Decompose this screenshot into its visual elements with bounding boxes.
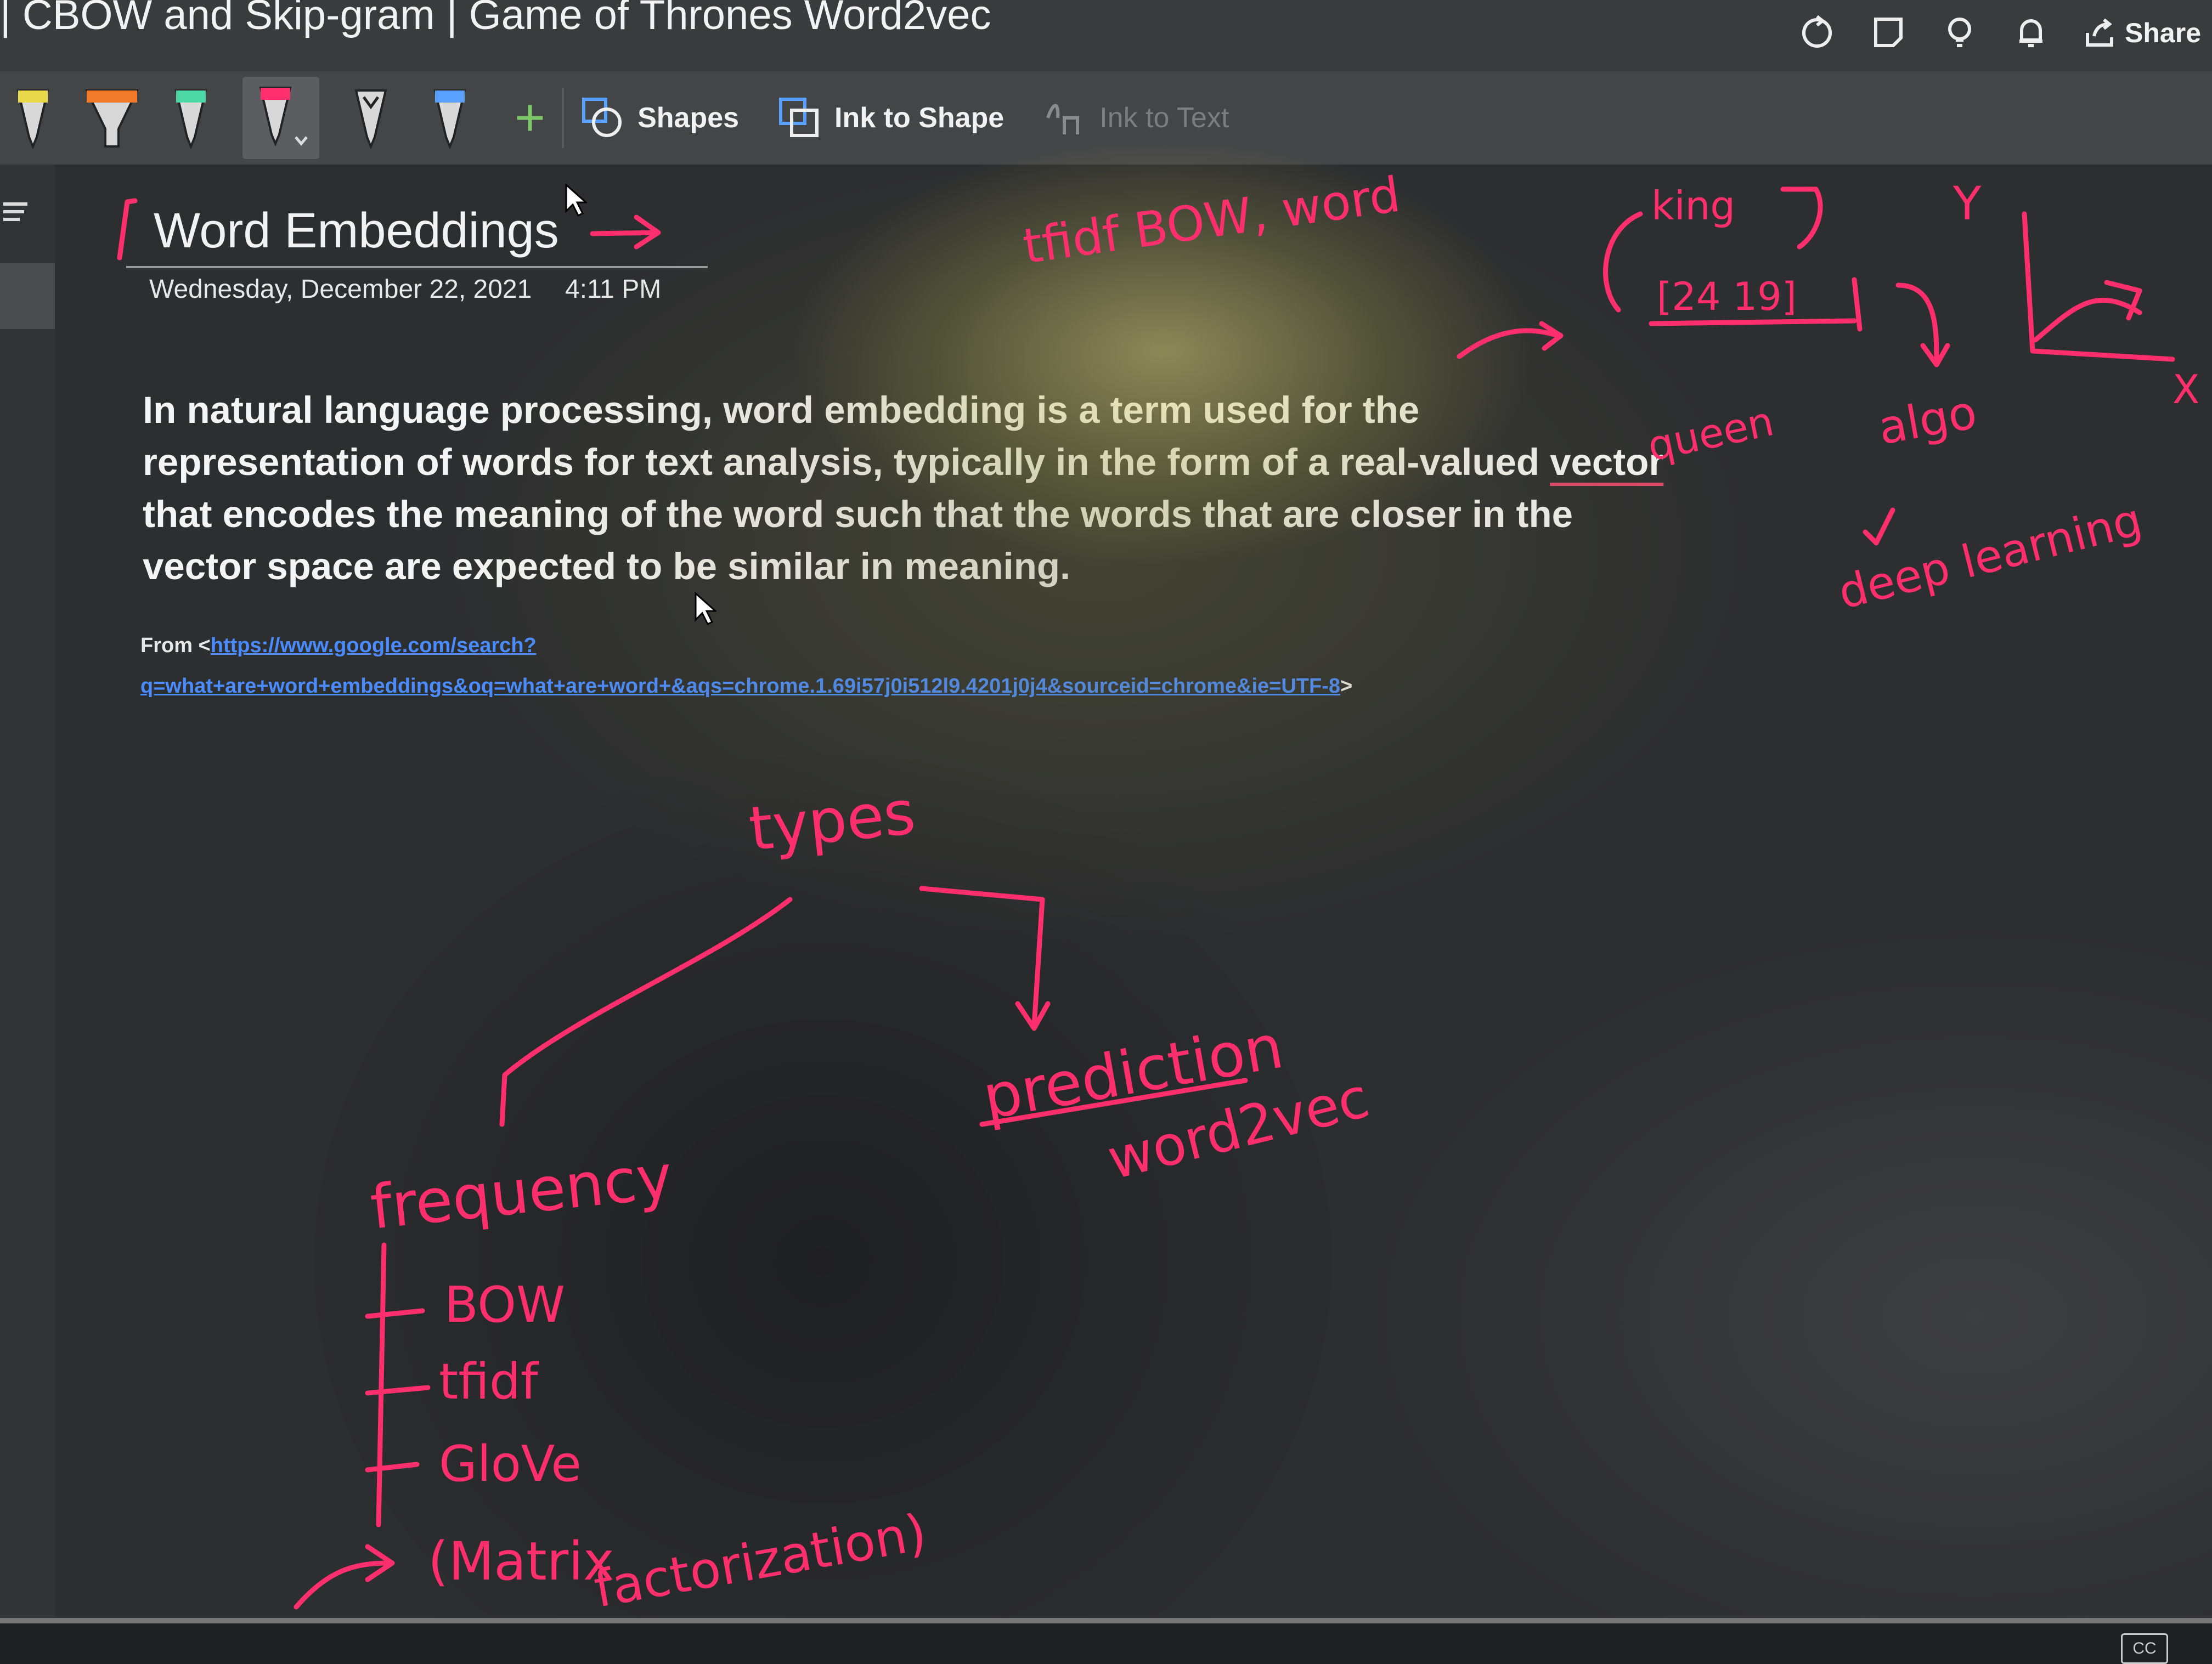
note-page[interactable]: Word Embeddings Wednesday, December 22, …	[55, 165, 2212, 1618]
draw-toolbar: + Shapes Ink to Shape Ink to Text	[0, 71, 2212, 165]
shapes-icon	[582, 98, 622, 137]
page-time: 4:11 PM	[565, 275, 662, 304]
sync-icon[interactable]	[1798, 14, 1836, 52]
ink-to-shape-label: Ink to Shape	[834, 102, 1005, 134]
captions-badge[interactable]: CC	[2121, 1633, 2168, 1664]
title-underline	[126, 266, 708, 268]
source-link[interactable]: https://www.google.com/search?q=what+are…	[140, 634, 1340, 698]
source-suffix: >	[1340, 675, 1353, 698]
lightbulb-icon[interactable]	[1940, 14, 1979, 52]
sticky-note-icon[interactable]	[1869, 14, 1908, 52]
paragraph-keyword: vector	[1550, 441, 1664, 483]
mouse-cursor-icon	[565, 184, 587, 217]
ink-to-shape-icon	[779, 98, 819, 137]
pen-teal[interactable]	[163, 77, 218, 159]
title-bar: | CBOW and Skip-gram | Game of Thrones W…	[0, 0, 2212, 71]
taskbar: CC	[0, 1618, 2212, 1664]
text-cursor-icon	[695, 592, 716, 625]
pen-icon	[259, 87, 308, 147]
shapes-label: Shapes	[637, 102, 740, 134]
pen-gallery: +	[0, 77, 545, 159]
window-title: | CBOW and Skip-gram | Game of Thrones W…	[0, 0, 991, 38]
highlighter-icon	[84, 89, 139, 148]
pen-icon	[16, 89, 49, 150]
paragraph-end: that encodes the meaning of the word suc…	[143, 493, 1573, 587]
source-prefix: From <	[140, 634, 211, 657]
ink-to-shape-button[interactable]: Ink to Shape	[777, 96, 1004, 140]
page-date: Wednesday, December 22, 2021	[149, 275, 532, 304]
share-icon	[2086, 18, 2114, 47]
title-bar-actions: Share	[1798, 11, 2212, 55]
pen-yellow[interactable]	[5, 77, 60, 159]
share-label: Share	[2125, 18, 2201, 48]
nav-toggle-icon[interactable]	[0, 197, 33, 230]
add-pen-icon[interactable]: +	[515, 92, 545, 144]
highlighter-orange[interactable]	[84, 77, 139, 159]
note-paragraph[interactable]: In natural language processing, word emb…	[143, 384, 1679, 592]
pen-white[interactable]	[343, 77, 398, 159]
pen-pink-selected[interactable]	[242, 77, 319, 159]
ink-to-text-icon	[1046, 104, 1080, 134]
ink-to-text-button[interactable]: Ink to Text	[1042, 96, 1229, 140]
shapes-button[interactable]: Shapes	[580, 96, 739, 140]
source-citation: From <https://www.google.com/search?q=wh…	[140, 625, 1622, 706]
bell-icon[interactable]	[2012, 14, 2050, 52]
navigation-pane	[0, 165, 55, 1634]
paragraph-start: In natural language processing, word emb…	[143, 389, 1550, 483]
pen-icon	[174, 89, 207, 150]
pen-icon	[354, 89, 387, 150]
page-title[interactable]: Word Embeddings	[154, 203, 559, 259]
share-button[interactable]: Share	[2083, 16, 2201, 49]
toolbar-divider	[562, 88, 565, 148]
nav-selected-section[interactable]	[0, 263, 55, 329]
pen-icon	[433, 89, 466, 150]
ink-to-text-label: Ink to Text	[1099, 102, 1229, 134]
pen-blue[interactable]	[422, 77, 477, 159]
